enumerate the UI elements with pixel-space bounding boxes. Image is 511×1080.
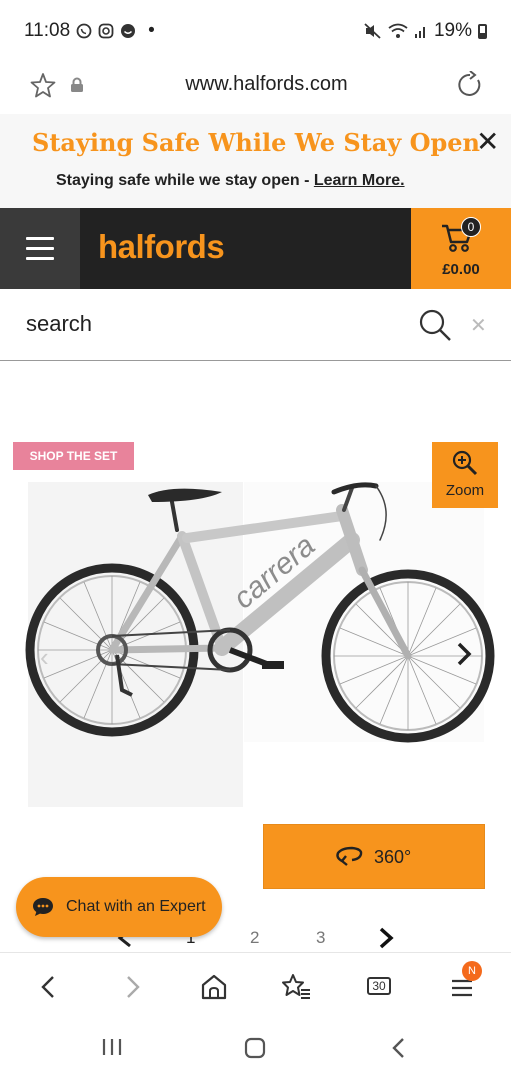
clock: 11:08 (24, 20, 71, 41)
whatsapp-icon (76, 23, 92, 39)
search-bar: ✕ (0, 289, 511, 361)
battery-percent: 19% (433, 20, 472, 41)
battery-icon (478, 23, 487, 39)
promo-subtitle: Staying safe while we stay open - Learn … (56, 172, 405, 190)
back-icon[interactable] (34, 971, 66, 1003)
promo-close-button[interactable]: ✕ (476, 128, 499, 156)
view-360-label: 360° (374, 847, 412, 867)
tabs-button[interactable]: 30 (364, 971, 396, 1003)
pager-next-icon[interactable] (376, 926, 396, 950)
view-360-button[interactable]: 360° (263, 824, 485, 889)
hamburger-icon-bar (26, 247, 54, 250)
hamburger-icon-bar (26, 257, 54, 260)
wifi-icon (388, 23, 408, 38)
search-input[interactable] (26, 311, 386, 337)
back-nav-icon[interactable] (388, 1036, 410, 1060)
promo-subtitle-text: Staying safe while we stay open - (56, 172, 314, 189)
mute-icon (364, 23, 381, 39)
url-text[interactable]: www.halfords.com (0, 73, 511, 96)
cart-total: £0.00 (442, 261, 480, 278)
chat-with-expert-button[interactable]: Chat with an Expert (16, 877, 222, 937)
browser-toolbar: 30 N (0, 952, 511, 1018)
promo-banner: Staying Safe While We Stay Open ✕ Stayin… (0, 114, 511, 208)
zoom-in-icon (452, 450, 478, 476)
tab-count: 30 (367, 977, 391, 995)
menu-button[interactable] (0, 208, 80, 289)
product-bike-image: carrera (25, 482, 495, 743)
cart-button[interactable]: 0 £0.00 (411, 208, 511, 289)
status-bar: 11:08 • 19% (0, 0, 511, 62)
halfords-logo[interactable]: halfords (98, 228, 225, 266)
pager-page-2[interactable]: 2 (250, 928, 259, 948)
product-gallery: SHOP THE SET Zoom carrera ‹ 360° 1 2 3 (0, 362, 511, 952)
search-icon[interactable] (418, 308, 452, 342)
instagram-icon (98, 23, 114, 39)
rotate-360-icon (336, 846, 363, 866)
app-notification-icon (121, 24, 136, 38)
hamburger-icon (26, 237, 54, 240)
menu-more-button[interactable]: N (448, 961, 482, 1003)
clear-search-icon[interactable]: ✕ (470, 313, 487, 338)
pager-page-3[interactable]: 3 (316, 928, 325, 948)
recent-apps-icon[interactable] (100, 1036, 124, 1058)
system-nav-bar (0, 1018, 511, 1080)
shop-the-set-tag[interactable]: SHOP THE SET (13, 442, 134, 470)
forward-icon[interactable] (116, 971, 148, 1003)
learn-more-link[interactable]: Learn More. (314, 172, 405, 189)
site-header: halfords 0 £0.00 (0, 208, 511, 289)
home-nav-icon[interactable] (243, 1036, 267, 1060)
signal-icon (414, 27, 425, 38)
next-image-arrow-icon[interactable] (452, 640, 476, 668)
cart-count-badge: 0 (461, 217, 481, 237)
reload-icon[interactable] (456, 71, 484, 99)
previous-image-arrow[interactable]: ‹ (40, 642, 49, 673)
bookmarks-icon[interactable] (280, 971, 312, 1003)
chat-bubble-icon (33, 898, 53, 916)
promo-title: Staying Safe While We Stay Open (32, 128, 481, 157)
notification-badge: N (462, 961, 482, 981)
more-notifications-dot: • (148, 20, 155, 41)
home-icon[interactable] (198, 971, 230, 1003)
browser-url-bar: www.halfords.com (0, 62, 511, 114)
chat-label: Chat with an Expert (66, 898, 206, 915)
